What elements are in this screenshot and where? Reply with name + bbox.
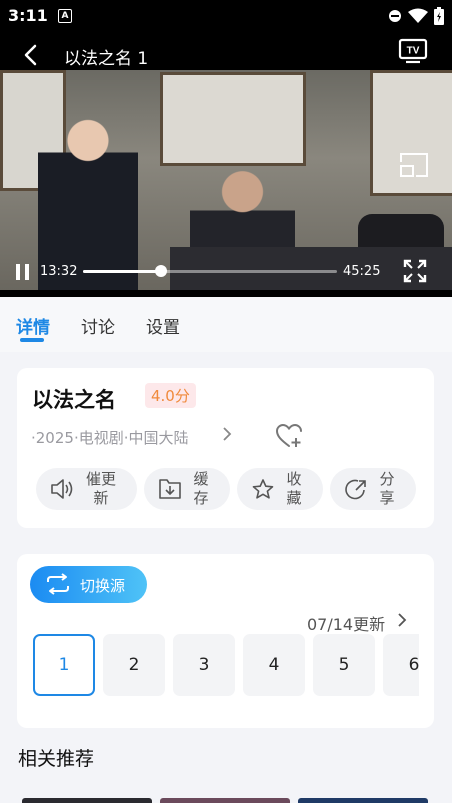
heart-add-icon[interactable]: [275, 423, 303, 449]
chevron-right-icon[interactable]: [221, 426, 233, 442]
fullscreen-icon[interactable]: [403, 259, 427, 283]
episode-button[interactable]: 5: [313, 634, 375, 696]
star-icon: [252, 479, 274, 499]
switch-icon: [47, 573, 69, 595]
svg-text:TV: TV: [407, 46, 420, 57]
status-bar: 3:11 A: [0, 0, 452, 32]
wall-frame: [160, 72, 306, 166]
related-thumbnails: [0, 795, 452, 803]
notification-app-icon: A: [58, 9, 72, 23]
episode-button[interactable]: 4: [243, 634, 305, 696]
share-icon: [345, 479, 366, 500]
chevron-right-icon[interactable]: [396, 611, 408, 629]
cache-label: 缓存: [193, 470, 209, 507]
progress-slider[interactable]: [83, 265, 337, 277]
related-thumbnail[interactable]: [298, 798, 428, 803]
active-tab-indicator: [20, 338, 44, 342]
urge-update-button[interactable]: 催更新: [36, 468, 137, 510]
video-title: 以法之名 1: [64, 49, 149, 69]
related-thumbnail[interactable]: [22, 798, 152, 803]
update-info[interactable]: 07/14更新: [307, 611, 385, 635]
wifi-icon: [408, 8, 428, 23]
episode-list: 1 2 3 4 5 6: [33, 634, 419, 699]
episode-button[interactable]: 2: [103, 634, 165, 696]
battery-icon: [434, 7, 444, 25]
progress-fill: [83, 270, 161, 273]
related-title: 相关推荐: [18, 748, 95, 770]
episode-button[interactable]: 1: [33, 634, 95, 696]
playback-controls: 13:32 45:25: [0, 258, 452, 297]
tab-details[interactable]: 详情: [16, 313, 50, 338]
tab-discussion[interactable]: 讨论: [81, 313, 115, 338]
current-time: 13:32: [40, 264, 78, 279]
tab-bar: 详情 讨论 设置: [0, 297, 452, 352]
back-icon[interactable]: [20, 44, 42, 66]
favorite-label: 收藏: [286, 470, 302, 507]
total-time: 45:25: [343, 264, 381, 279]
speaker-icon: [51, 479, 73, 499]
related-thumbnail[interactable]: [160, 798, 290, 803]
dnd-icon: [389, 10, 401, 22]
pause-icon[interactable]: [14, 263, 32, 281]
pip-icon[interactable]: [398, 150, 430, 180]
share-label: 分享: [379, 470, 395, 507]
cache-button[interactable]: 缓存: [144, 468, 230, 510]
episode-button[interactable]: 3: [173, 634, 235, 696]
status-time: 3:11: [8, 6, 48, 25]
share-button[interactable]: 分享: [330, 468, 416, 510]
switch-source-button[interactable]: 切换源: [30, 566, 147, 603]
switch-source-label: 切换源: [80, 577, 126, 595]
download-icon: [159, 479, 181, 499]
favorite-button[interactable]: 收藏: [237, 468, 323, 510]
episode-button[interactable]: 6: [383, 634, 419, 696]
tv-icon[interactable]: TV: [398, 38, 428, 64]
show-title: 以法之名: [32, 388, 116, 412]
urge-update-label: 催更新: [86, 470, 117, 507]
progress-thumb[interactable]: [154, 265, 167, 277]
show-meta[interactable]: ·2025·电视剧·中国大陆: [31, 427, 188, 448]
episodes-card: 切换源 07/14更新 1 2 3 4 5 6: [17, 554, 434, 728]
score-badge: 4.0分: [145, 383, 196, 408]
video-player[interactable]: 以法之名 1 TV 13:32 45:25: [0, 32, 452, 297]
tab-settings[interactable]: 设置: [146, 313, 180, 338]
info-card: 以法之名 4.0分 ·2025·电视剧·中国大陆 催更新 缓存 收藏 分享: [17, 368, 434, 528]
status-icons: [388, 7, 444, 25]
